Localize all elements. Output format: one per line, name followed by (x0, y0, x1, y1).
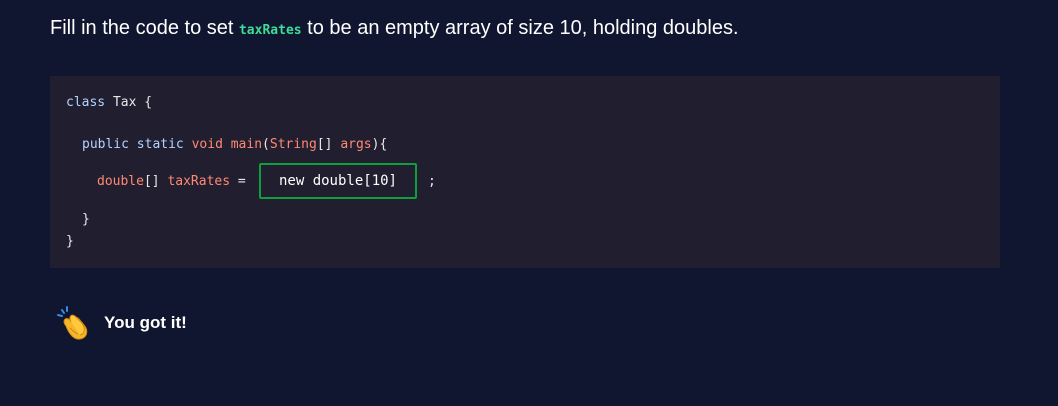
code-class-name: Tax (105, 95, 145, 110)
code-keyword: public (82, 137, 129, 152)
code-editor-panel: class Tax { public static void main(Stri… (50, 76, 1000, 268)
code-equals: = (230, 174, 246, 189)
clapping-hands-icon (57, 306, 88, 340)
code-line-main: public static void main(String[] args){ (82, 136, 387, 153)
prompt-text-before: Fill in the code to set (50, 17, 239, 39)
feedback-message: You got it! (56, 304, 187, 342)
prompt-text-after: to be an empty array of size 10, holding… (301, 17, 739, 39)
code-closing-brace: } (82, 212, 90, 227)
prompt-inline-code: taxRates (238, 23, 302, 38)
code-function-name: main (222, 137, 263, 152)
code-keyword: class (66, 95, 106, 110)
feedback-text: You got it! (104, 313, 187, 332)
exercise-prompt: Fill in the code to set taxRates to be a… (50, 14, 739, 45)
code-paren: ){ (371, 137, 388, 152)
code-type: double (97, 174, 144, 189)
code-brace: { (144, 95, 153, 110)
code-keyword: static (128, 137, 192, 152)
code-type: String (269, 137, 317, 152)
code-line-class: class Tax { (66, 94, 152, 111)
code-paren: ( (262, 137, 270, 152)
code-type: void (191, 137, 223, 152)
code-param: args (332, 137, 372, 152)
code-variable: taxRates (159, 174, 231, 189)
code-semicolon: ; (428, 174, 436, 189)
answer-input[interactable]: new double[10] (259, 163, 417, 199)
code-brackets: [] (143, 174, 160, 189)
code-brackets: [] (316, 137, 333, 152)
code-closing-brace: } (66, 234, 74, 249)
code-line-declaration: double[] taxRates = (97, 173, 246, 190)
